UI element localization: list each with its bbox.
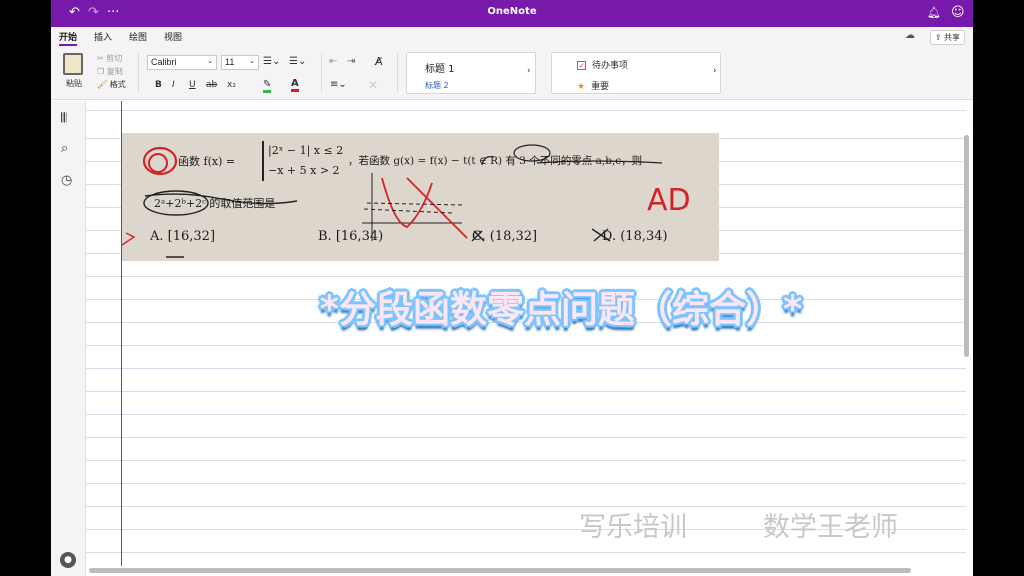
copy-button[interactable]: ❐ 复制	[97, 66, 123, 77]
option-d: D. (18,34)	[602, 229, 668, 244]
chevron-right-icon[interactable]: ›	[527, 66, 531, 76]
scissors-icon: ✂	[97, 54, 107, 63]
notebooks-icon[interactable]: 𝄃𝄃	[61, 111, 67, 126]
copy-icon: ❐	[97, 67, 107, 76]
piecewise-definition: |2ˣ − 1| x ≤ 2 −x + 5 x > 2	[262, 141, 343, 181]
checkbox-icon: ✓	[577, 61, 586, 70]
share-button[interactable]: ⇪ 共享	[929, 30, 965, 45]
app-title: OneNote	[487, 6, 537, 17]
bullets-icon[interactable]: ☰⌄	[263, 56, 280, 67]
share-icon: ⇪	[934, 33, 944, 42]
tags-gallery[interactable]: ✓ 待办事项 ★ 重要 ›	[551, 52, 721, 94]
lesson-headline: *分段函数零点问题（综合）*	[319, 288, 803, 331]
chevron-down-icon: ⌄	[249, 58, 255, 65]
problem-photo[interactable]: 函数 f(x) = |2ˣ − 1| x ≤ 2 −x + 5 x > 2 ，若…	[122, 133, 719, 261]
star-icon: ★	[577, 82, 586, 92]
cut-button[interactable]: ✂ 剪切	[97, 53, 122, 64]
tag-todo[interactable]: ✓ 待办事项	[577, 58, 628, 71]
align-icon[interactable]: ≡⌄	[330, 79, 347, 90]
strikethrough-button[interactable]: ab	[206, 80, 217, 90]
tab-view[interactable]: 视图	[164, 30, 182, 43]
recent-clock-icon[interactable]: ◷	[61, 173, 72, 188]
piece-1: |2ˣ − 1| x ≤ 2	[268, 144, 344, 157]
highlight-icon[interactable]: ✎	[263, 79, 272, 93]
bold-button[interactable]: B	[155, 80, 162, 90]
title-bar: ↶ ↷ ··· OneNote 🔔︎ ☺	[51, 0, 973, 27]
chevron-right-icon[interactable]: ›	[713, 66, 717, 76]
vertical-scrollbar[interactable]	[964, 135, 969, 357]
option-c: C. (18,32]	[472, 229, 538, 244]
tab-insert[interactable]: 插入	[94, 30, 112, 43]
styles-gallery[interactable]: 标题 1 标题 2 ›	[406, 52, 536, 94]
problem-condition: ，若函数 g(x) = f(x) − t(t ∈ R) 有 3 个不同的零点 a…	[348, 155, 643, 167]
font-family-dropdown[interactable]: Calibri ⌄	[147, 55, 217, 70]
problem-function-def: 函数 f(x) =	[178, 155, 236, 168]
paste-label[interactable]: 粘贴	[66, 78, 82, 89]
onenote-window: ↶ ↷ ··· OneNote 🔔︎ ☺ 开始 插入 绘图 视图 ☁ ⇪ 共享 …	[51, 0, 973, 576]
option-a: A. [16,32]	[150, 229, 216, 244]
font-color-button[interactable]: A	[291, 78, 299, 92]
format-painter-button[interactable]: 🖌︎ 格式	[97, 79, 126, 90]
outdent-icon[interactable]: ⇤	[329, 56, 337, 67]
tab-home[interactable]: 开始	[59, 30, 78, 46]
horizontal-scrollbar[interactable]	[89, 568, 911, 573]
underline-button[interactable]: U	[189, 80, 196, 90]
style-heading-2[interactable]: 标题 2	[425, 80, 449, 91]
handwritten-answer: AD	[647, 183, 691, 218]
numbering-icon[interactable]: ☰⌄	[289, 56, 306, 67]
watermark-school: 写乐培训	[579, 512, 687, 543]
tab-draw[interactable]: 绘图	[129, 30, 147, 43]
option-b: B. [16,34)	[318, 229, 384, 244]
font-size-dropdown[interactable]: 11 ⌄	[221, 55, 259, 70]
account-avatar[interactable]: ●	[60, 552, 76, 568]
divider	[397, 53, 398, 93]
bell-icon[interactable]: 🔔︎	[927, 4, 941, 22]
sync-cloud-icon[interactable]: ☁	[905, 30, 915, 41]
indent-icon[interactable]: ⇥	[347, 56, 355, 67]
ribbon-home: 粘贴 ✂ 剪切 ❐ 复制 🖌︎ 格式 Calibri ⌄ 11 ⌄ ☰⌄ ☰⌄ B …	[51, 47, 973, 100]
search-icon[interactable]: ⌕	[61, 141, 68, 156]
subscript-button[interactable]: x₂	[227, 80, 236, 90]
paste-icon[interactable]	[63, 53, 83, 75]
divider	[321, 53, 322, 93]
smiley-icon[interactable]: ☺	[951, 4, 965, 22]
problem-question: 2ᵃ+2ᵇ+2ᶜ 的取值范围是	[154, 197, 276, 210]
share-label: 共享	[944, 33, 960, 42]
delete-icon[interactable]: ✕	[368, 78, 378, 92]
tag-important[interactable]: ★ 重要	[577, 79, 609, 92]
style-heading-1[interactable]: 标题 1	[425, 60, 455, 75]
piece-2: −x + 5 x > 2	[268, 164, 340, 177]
brush-icon: 🖌︎	[97, 80, 110, 89]
watermark-teacher: 数学王老师	[763, 512, 898, 543]
ribbon-tabs: 开始 插入 绘图 视图 ☁ ⇪ 共享	[51, 27, 973, 47]
divider	[138, 53, 139, 93]
clear-formatting-icon[interactable]: A̸	[375, 55, 383, 68]
navigation-rail: 𝄃𝄃 ⌕ ◷	[51, 101, 86, 576]
italic-button[interactable]: I	[172, 80, 175, 90]
chevron-down-icon: ⌄	[207, 58, 213, 65]
